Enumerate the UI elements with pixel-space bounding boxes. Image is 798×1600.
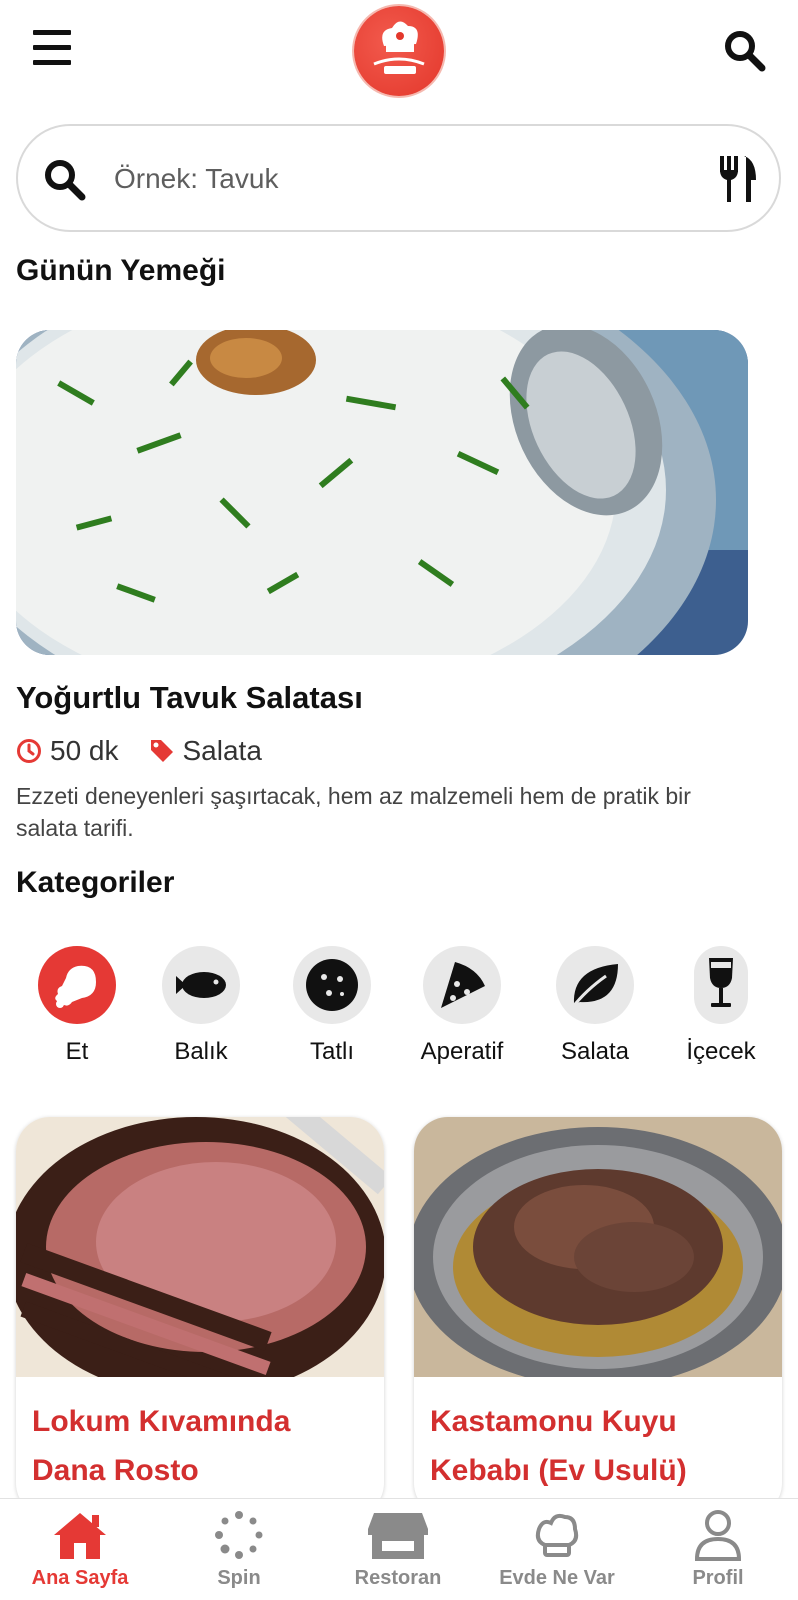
duration: 50 dk bbox=[16, 735, 119, 767]
chef-hat-icon bbox=[535, 1513, 579, 1557]
nav-item-spin[interactable]: Spin bbox=[159, 1499, 319, 1600]
bottom-navigation: Ana Sayfa Spin Restoran Evde Ne Var Prof… bbox=[0, 1498, 798, 1600]
nav-item-evde-ne-var[interactable]: Evde Ne Var bbox=[477, 1499, 637, 1600]
search-icon bbox=[42, 157, 88, 208]
featured-recipe-meta: 50 dk Salata bbox=[16, 733, 292, 769]
hamburger-menu-icon[interactable] bbox=[33, 30, 73, 70]
category-text: Salata bbox=[182, 735, 262, 766]
pizza-slice-icon bbox=[423, 946, 501, 1024]
nav-item-restoran[interactable]: Restoran bbox=[318, 1499, 478, 1600]
category-balik[interactable]: Balık bbox=[146, 946, 256, 1066]
duration-text: 50 dk bbox=[50, 735, 119, 766]
category-tag: Salata bbox=[149, 735, 262, 767]
category-label: İçecek bbox=[686, 1038, 756, 1065]
category-salata[interactable]: Salata bbox=[540, 946, 650, 1066]
featured-recipe-image[interactable] bbox=[16, 330, 748, 655]
category-label: Balık bbox=[174, 1038, 228, 1065]
category-icecek[interactable]: İçecek bbox=[666, 946, 776, 1066]
home-icon bbox=[54, 1513, 106, 1559]
recipe-title: Kastamonu Kuyu Kebabı (Ev Usulü) bbox=[430, 1405, 687, 1487]
category-label: Et bbox=[65, 1038, 89, 1065]
search-input[interactable] bbox=[114, 154, 694, 204]
top-app-bar bbox=[0, 0, 798, 110]
leaf-icon bbox=[556, 946, 634, 1024]
meat-drumstick-icon bbox=[38, 946, 116, 1024]
tag-icon bbox=[150, 740, 173, 762]
category-et[interactable]: Et bbox=[22, 946, 132, 1066]
nav-label: Ana Sayfa bbox=[31, 1567, 129, 1589]
app-logo[interactable] bbox=[354, 6, 444, 96]
nav-label: Spin bbox=[217, 1567, 261, 1589]
spinner-icon bbox=[215, 1511, 263, 1559]
nav-label: Evde Ne Var bbox=[499, 1567, 615, 1589]
category-label: Aperatif bbox=[420, 1038, 504, 1065]
category-list: Et Balık Tatlı Aperatif Salata İçecek bbox=[0, 946, 798, 1076]
recipe-image bbox=[16, 1117, 384, 1399]
section-title-featured: Günün Yemeği bbox=[16, 254, 226, 287]
recipe-card[interactable]: Kastamonu Kuyu Kebabı (Ev Usulü) bbox=[414, 1117, 782, 1517]
category-tatli[interactable]: Tatlı bbox=[277, 946, 387, 1066]
search-icon[interactable] bbox=[722, 28, 768, 74]
wine-glass-icon bbox=[694, 946, 748, 1024]
featured-recipe-description: Ezzeti deneyenleri şaşırtacak, hem az ma… bbox=[16, 783, 691, 841]
nav-item-home[interactable]: Ana Sayfa bbox=[0, 1499, 160, 1600]
featured-recipe-title[interactable]: Yoğurtlu Tavuk Salatası bbox=[16, 680, 363, 716]
cutlery-icon[interactable] bbox=[718, 156, 758, 209]
search-box bbox=[16, 124, 781, 232]
cookie-icon bbox=[293, 946, 371, 1024]
nav-label: Profil bbox=[692, 1567, 744, 1589]
category-aperatif[interactable]: Aperatif bbox=[407, 946, 517, 1066]
category-label: Tatlı bbox=[309, 1038, 354, 1065]
store-icon bbox=[368, 1513, 428, 1559]
user-icon bbox=[694, 1510, 742, 1561]
clock-icon bbox=[17, 739, 41, 763]
section-title-categories: Kategoriler bbox=[16, 866, 175, 899]
recipe-image bbox=[414, 1117, 782, 1387]
nav-item-profil[interactable]: Profil bbox=[638, 1499, 798, 1600]
recipe-card[interactable]: Lokum Kıvamında Dana Rosto bbox=[16, 1117, 384, 1517]
category-label: Salata bbox=[560, 1038, 630, 1065]
nav-label: Restoran bbox=[354, 1567, 442, 1589]
fish-icon bbox=[162, 946, 240, 1024]
recipe-title: Lokum Kıvamında Dana Rosto bbox=[32, 1405, 291, 1487]
